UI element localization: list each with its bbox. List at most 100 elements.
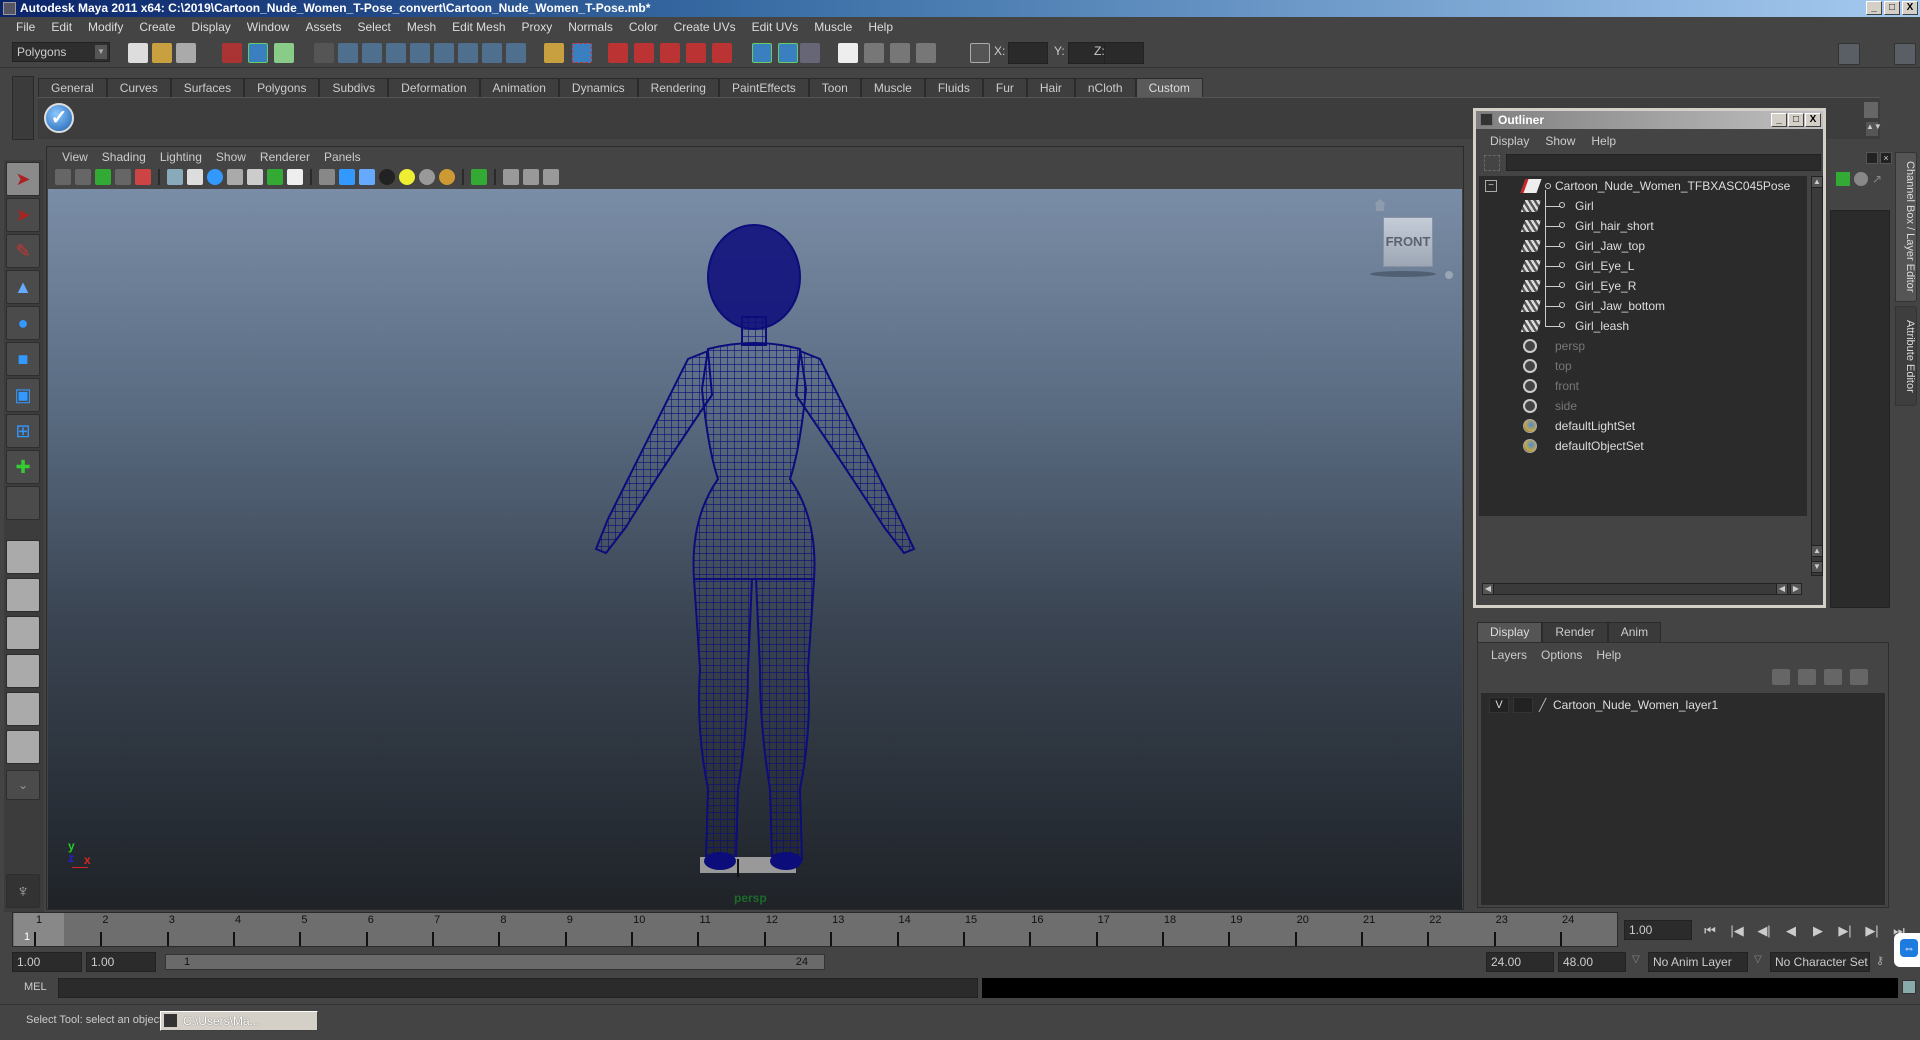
move-layer-up-icon[interactable] (1772, 669, 1790, 685)
layer-playback-toggle[interactable] (1513, 697, 1533, 713)
range-slider[interactable]: 1 24 (165, 954, 825, 970)
script-editor-icon[interactable] (1902, 980, 1916, 994)
outliner-maximize-button[interactable]: □ (1788, 113, 1804, 127)
layer-name[interactable]: Cartoon_Nude_Women_layer1 (1553, 695, 1718, 715)
scale-tool-icon[interactable]: ■ (6, 342, 40, 376)
outliner-item[interactable]: Girl_Eye_R (1479, 276, 1799, 296)
render-current-frame-icon[interactable] (864, 43, 884, 63)
select-surfaces-icon[interactable] (410, 43, 430, 63)
outliner-item[interactable]: Girl (1479, 196, 1799, 216)
viewport-menu-shading[interactable]: Shading (95, 148, 153, 166)
shelf-tab-dynamics[interactable]: Dynamics (558, 78, 638, 97)
outliner-child-label[interactable]: Girl_leash (1575, 316, 1629, 336)
scroll-up-button-lower[interactable]: ▲ (1811, 545, 1823, 557)
go-to-start-button[interactable]: ⏮ (1700, 922, 1720, 940)
outliner-item[interactable]: Girl_hair_short (1479, 216, 1799, 236)
tool-settings-toggle-icon[interactable] (1866, 43, 1888, 65)
outliner-menu-help[interactable]: Help (1583, 131, 1624, 151)
outliner-vertical-scrollbar[interactable]: ▲ ▲ ▼ (1811, 176, 1823, 576)
time-slider[interactable]: 1 1 2 3 4 5 6 7 8 9 10 11 12 13 14 15 16 17 18 19 20 21 22 23 2… (12, 912, 1618, 947)
new-layer-from-selected-icon[interactable] (1850, 669, 1868, 685)
gate-mask-icon[interactable] (227, 169, 243, 185)
outliner-child-label[interactable]: Girl_Eye_R (1575, 276, 1636, 296)
four-view-layout-icon[interactable] (6, 578, 40, 612)
image-plane-icon[interactable] (115, 169, 131, 185)
scroll-up-button[interactable]: ▲ (1811, 176, 1823, 188)
outliner-item[interactable]: front (1479, 376, 1799, 396)
shelf-tab-ncloth[interactable]: nCloth (1074, 78, 1136, 97)
remote-control-badge[interactable]: ⇔ (1894, 933, 1920, 967)
outliner-child-label[interactable]: Girl_Jaw_bottom (1575, 296, 1665, 316)
step-forward-frame-button[interactable]: ▶| (1835, 922, 1855, 940)
select-camera-icon[interactable] (55, 169, 71, 185)
grid-icon[interactable] (167, 169, 183, 185)
menu-set-dropdown[interactable]: Polygons ▼ (12, 42, 110, 62)
scroll-left-button-right[interactable]: ◀ (1776, 583, 1788, 595)
scroll-left-button[interactable]: ◀ (1482, 583, 1494, 595)
universal-manipulator-icon[interactable]: ▣ (6, 378, 40, 412)
shelf-tab-surfaces[interactable]: Surfaces (170, 78, 245, 97)
close-button[interactable]: X (1902, 1, 1918, 15)
outliner-horizontal-scrollbar[interactable]: ◀ ◀ ▶ (1482, 583, 1802, 595)
safe-title-icon[interactable] (287, 169, 303, 185)
close-panel-icon[interactable]: × (1880, 152, 1892, 164)
ipr-render-icon[interactable] (890, 43, 910, 63)
layer-tab-display[interactable]: Display (1477, 622, 1543, 642)
shelf-scroll-arrows[interactable]: ▲▼ (1866, 122, 1882, 136)
select-curves-icon[interactable] (386, 43, 406, 63)
step-back-key-button[interactable]: |◀ (1727, 922, 1747, 940)
menu-create-uvs[interactable]: Create UVs (666, 20, 744, 34)
viewport-menu-renderer[interactable]: Renderer (253, 148, 317, 166)
snap-to-curves-icon[interactable] (634, 43, 654, 63)
outliner-item[interactable]: Girl_Eye_L (1479, 256, 1799, 276)
shelf-tab-deformation[interactable]: Deformation (388, 78, 480, 97)
viewport-canvas[interactable]: FRONT y z x persp (48, 189, 1462, 909)
speed-icon[interactable] (1854, 172, 1868, 186)
textured-icon[interactable] (379, 169, 395, 185)
viewcube[interactable]: FRONT (1383, 217, 1433, 267)
animation-end-field[interactable]: 48.00 (1558, 952, 1626, 972)
maximize-button[interactable]: □ (1884, 1, 1900, 15)
manipulator-icon[interactable] (1836, 172, 1850, 186)
shelf-tab-custom[interactable]: Custom (1135, 78, 1203, 97)
menu-modify[interactable]: Modify (80, 20, 131, 34)
render-view-icon[interactable] (838, 43, 858, 63)
select-tool-icon[interactable]: ➤ (6, 162, 40, 196)
menu-edit-mesh[interactable]: Edit Mesh (444, 20, 513, 34)
construction-history-icon[interactable] (800, 43, 820, 63)
filter-icon[interactable] (1484, 155, 1500, 171)
layer-tab-anim[interactable]: Anim (1607, 622, 1662, 642)
layer-menu-help[interactable]: Help (1589, 645, 1628, 665)
x-field[interactable] (1008, 42, 1048, 64)
shelf-tab-polygons[interactable]: Polygons (244, 78, 320, 97)
menu-normals[interactable]: Normals (560, 20, 621, 34)
film-gate-icon[interactable] (187, 169, 203, 185)
select-handles-icon[interactable] (338, 43, 358, 63)
trash-icon[interactable] (1864, 102, 1878, 118)
tab-attribute-editor[interactable]: Attribute Editor (1895, 306, 1917, 406)
select-by-component-icon[interactable] (274, 43, 294, 63)
outliner-label[interactable]: Cartoon_Nude_Women_TFBXASC045Pose (1555, 176, 1790, 196)
soft-mod-tool-icon[interactable]: ⊞ (6, 414, 40, 448)
outliner-persp-layout-icon[interactable] (6, 616, 40, 650)
layer-row[interactable]: V ╱ Cartoon_Nude_Women_layer1 (1481, 695, 1881, 715)
command-input[interactable] (58, 978, 978, 998)
layer-tab-render[interactable]: Render (1542, 622, 1608, 642)
move-layer-down-icon[interactable] (1798, 669, 1816, 685)
wireframe-on-shaded-icon[interactable] (359, 169, 375, 185)
viewport-menu-view[interactable]: View (55, 148, 95, 166)
mel-label[interactable]: MEL (24, 981, 47, 993)
scroll-right-button[interactable]: ▶ (1790, 583, 1802, 595)
shelf-tab-curves[interactable]: Curves (106, 78, 171, 97)
outliner-item[interactable]: Cartoon_Nude_Women_TFBXASC045Pose (1479, 176, 1799, 196)
shelf-tab-general[interactable]: General (38, 78, 107, 97)
xray-icon[interactable] (503, 169, 519, 185)
playback-end-field[interactable]: 24.00 (1486, 952, 1554, 972)
highlight-selection-icon[interactable] (572, 43, 592, 63)
play-forwards-button[interactable]: ▶ (1808, 922, 1828, 940)
viewcube-menu-icon[interactable] (1445, 271, 1453, 279)
outliner-item[interactable]: Girl_Jaw_bottom (1479, 296, 1799, 316)
outliner-item[interactable]: Girl_Jaw_top (1479, 236, 1799, 256)
outliner-menu-show[interactable]: Show (1537, 131, 1583, 151)
outliner-titlebar[interactable]: Outliner _ □ X (1476, 111, 1823, 129)
